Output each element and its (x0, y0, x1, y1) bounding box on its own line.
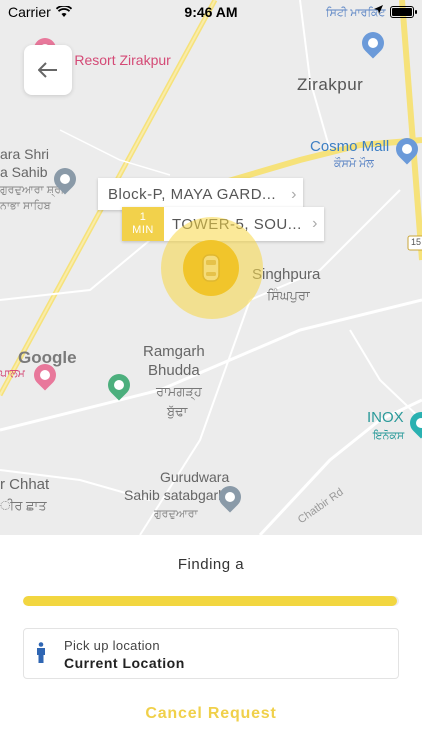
location-arrow-icon (373, 4, 384, 18)
search-progress-fill (23, 596, 398, 606)
pickup-location-label: Pick up location (64, 638, 160, 653)
map-label-gurudwara-left-2[interactable]: a Sahib (0, 164, 47, 182)
map-label-ramgarh-pa2: ਬੁੱਢਾ (167, 404, 188, 419)
search-progress-bar (23, 596, 399, 606)
pickup-location-card[interactable]: Pick up location Current Location (23, 628, 399, 679)
map-label-gurudwara-left-1[interactable]: ara Shri (0, 146, 49, 164)
map-label-gurudwara-sb-pa: ਗੁਰਦੁਆਰਾ (154, 508, 198, 520)
map-label-gurudwara-left-pa1: ਗੁਰਦੁਆਰਾ ਸ਼੍ਰੀ (0, 184, 65, 196)
cancel-request-button[interactable]: Cancel Request (0, 705, 422, 723)
car-marker (183, 240, 239, 296)
map-label-gurudwara-sb-1[interactable]: Gurudwara (160, 469, 229, 487)
map-label-cosmo-mall[interactable]: Cosmo Mall (310, 138, 389, 157)
battery-icon (390, 6, 417, 18)
pickup-place-name: Block-P, MAYA GARD... (108, 185, 277, 203)
map-label-palam-pa: ਪਾਲਮ (0, 368, 25, 380)
person-icon (36, 642, 46, 669)
road-number-15: 15 (411, 237, 422, 247)
chevron-right-icon: › (291, 186, 297, 203)
eta-unit: MIN (132, 224, 154, 236)
bottom-sheet: Finding a Pick up location Current Locat… (0, 535, 422, 750)
map-label-inox[interactable]: INOX (367, 409, 404, 428)
map-label-zirakpur: Zirakpur (297, 75, 364, 94)
back-arrow-icon (38, 62, 57, 78)
status-bar: Carrier 9:46 AM (0, 0, 422, 24)
eta-value: 1 (139, 211, 147, 223)
map-label-ramgarh-pa1: ਰਾਮਗੜ੍ਹ (156, 384, 202, 399)
finding-status-text: Finding a (177, 556, 245, 573)
pickup-place-callout[interactable]: Block-P, MAYA GARD... › (98, 178, 303, 210)
map-label-chhat-pa: ੀਰ ਛਾਤ (0, 498, 47, 513)
eta-badge: 1 MIN (122, 207, 164, 241)
map-view[interactable]: ople Resort Zirakpur ਸਿਟੀ ਮਾਰਕਿਟ Zirakpu… (0, 0, 422, 535)
map-label-gurudwara-sb-2[interactable]: Sahib satabgarh (124, 487, 226, 505)
map-label-cosmo-mall-pa: ਕੌਸਮੋ ਮੌਲ (334, 158, 374, 170)
map-label-ramgarh-2: Bhudda (148, 362, 200, 379)
pickup-location-value: Current Location (64, 655, 185, 671)
chevron-right-icon: › (312, 215, 318, 232)
map-label-chhat: r Chhat (0, 476, 50, 493)
map-label-inox-pa: ਇਨੋਕਸ (373, 430, 405, 442)
car-icon (202, 254, 220, 282)
back-button[interactable] (24, 45, 72, 95)
status-time: 9:46 AM (184, 4, 238, 20)
map-label-gurudwara-left-pa2: ਨਾਭਾ ਸਾਹਿਬ (0, 200, 51, 212)
map-label-singhpura-pa: ਸਿੰਘਪੁਰਾ (267, 288, 310, 303)
map-label-ramgarh-1: Ramgarh (143, 343, 205, 360)
